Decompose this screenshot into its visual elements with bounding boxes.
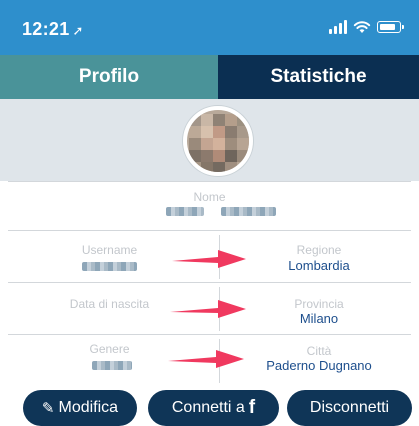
facebook-icon: f xyxy=(248,397,256,418)
annotation-arrow-icon xyxy=(170,300,246,318)
system-icons xyxy=(329,19,404,35)
clock-time: 12:21 xyxy=(22,19,70,39)
annotation-arrow-icon xyxy=(168,350,244,368)
connetti-button-label: Connetti a xyxy=(171,399,245,416)
nome-label: Nome xyxy=(193,190,226,204)
battery-icon xyxy=(377,21,404,33)
location-arrow-icon: ➚ xyxy=(72,23,84,38)
username-value-redacted xyxy=(82,262,137,271)
signal-icon xyxy=(329,20,347,34)
citta-value: Paderno Dugnano xyxy=(266,358,372,373)
avatar[interactable] xyxy=(183,106,253,176)
nome-value-redacted xyxy=(166,207,204,216)
modifica-button[interactable]: ✎ Modifica xyxy=(23,390,137,426)
divider xyxy=(8,282,411,283)
disconnetti-button-label: Disconnetti xyxy=(309,399,390,416)
wifi-icon xyxy=(353,21,371,33)
divider xyxy=(8,181,411,182)
divider xyxy=(8,334,411,335)
citta-label: Città xyxy=(306,344,332,358)
clock: 12:21 ➚ xyxy=(22,19,84,40)
tab-profilo[interactable]: Profilo xyxy=(0,55,218,99)
connetti-facebook-button[interactable]: Connetti a f xyxy=(148,390,279,426)
annotation-arrow-icon xyxy=(172,250,246,268)
divider xyxy=(8,230,411,231)
status-bar: 12:21 ➚ xyxy=(0,0,419,55)
disconnetti-button[interactable]: Disconnetti xyxy=(287,390,412,426)
tab-bar: Profilo Statistiche xyxy=(0,55,419,99)
modifica-button-label: Modifica xyxy=(58,399,119,416)
genere-value-redacted xyxy=(92,361,132,370)
cognome-value-redacted xyxy=(221,207,276,216)
tab-statistiche[interactable]: Statistiche xyxy=(218,55,419,99)
pencil-icon: ✎ xyxy=(41,400,55,417)
